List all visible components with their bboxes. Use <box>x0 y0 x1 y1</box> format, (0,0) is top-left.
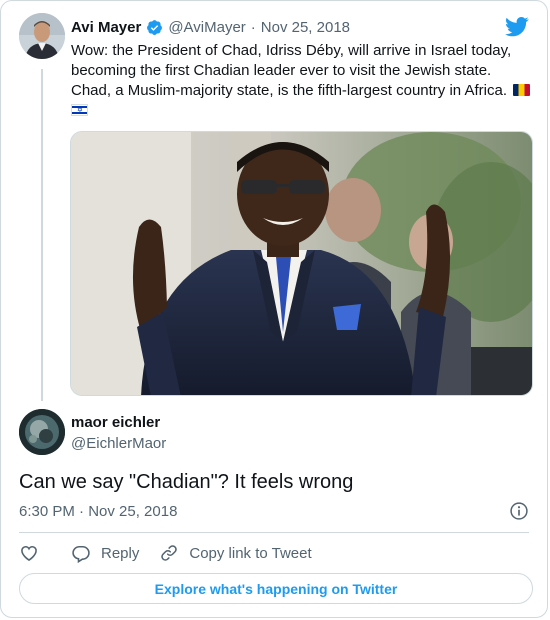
separator-dot: · <box>250 18 256 36</box>
explore-label: Explore what's happening on Twitter <box>154 580 398 597</box>
tweet-text: Wow: the President of Chad, Idriss Déby,… <box>71 41 533 121</box>
divider <box>19 532 529 533</box>
reply-timestamp[interactable]: 6:30 PM · Nov 25, 2018 <box>19 503 177 520</box>
author-name[interactable]: Avi Mayer <box>71 19 141 36</box>
reply-author-name[interactable]: maor eichler <box>71 414 160 431</box>
action-bar: Reply Copy link to Tweet <box>19 542 332 564</box>
reply-author-handle[interactable]: @EichlerMaor <box>71 435 166 452</box>
author-row: Avi Mayer @AviMayer · Nov 25, 2018 <box>71 17 350 37</box>
info-icon[interactable] <box>509 501 529 521</box>
copy-link-button[interactable]: Copy link to Tweet <box>159 543 312 563</box>
reply-icon <box>72 545 90 563</box>
verified-badge-icon <box>147 19 163 35</box>
reply-author-avatar[interactable] <box>19 409 65 455</box>
like-button[interactable] <box>19 543 39 563</box>
copy-link-label: Copy link to Tweet <box>189 544 312 562</box>
tweet-card: Avi Mayer @AviMayer · Nov 25, 2018 Wow: … <box>0 0 548 618</box>
chad-flag-icon <box>513 84 531 96</box>
reply-button[interactable]: Reply <box>71 543 139 563</box>
reply-label: Reply <box>101 544 140 562</box>
author-handle[interactable]: @AviMayer <box>168 19 245 36</box>
reply-text: Can we say "Chadian"? It feels wrong <box>19 471 354 493</box>
heart-icon <box>21 545 37 562</box>
tweet-body: Wow: the President of Chad, Idriss Déby,… <box>71 42 512 99</box>
link-icon <box>161 545 178 561</box>
tweet-photo[interactable] <box>70 131 533 396</box>
explore-twitter-button[interactable]: Explore what's happening on Twitter <box>19 573 533 604</box>
tweet-date[interactable]: Nov 25, 2018 <box>261 19 350 36</box>
israel-flag-icon: ✡ <box>71 104 88 116</box>
twitter-bird-icon[interactable] <box>505 17 529 37</box>
thread-line <box>41 69 43 401</box>
author-avatar[interactable] <box>19 13 65 59</box>
